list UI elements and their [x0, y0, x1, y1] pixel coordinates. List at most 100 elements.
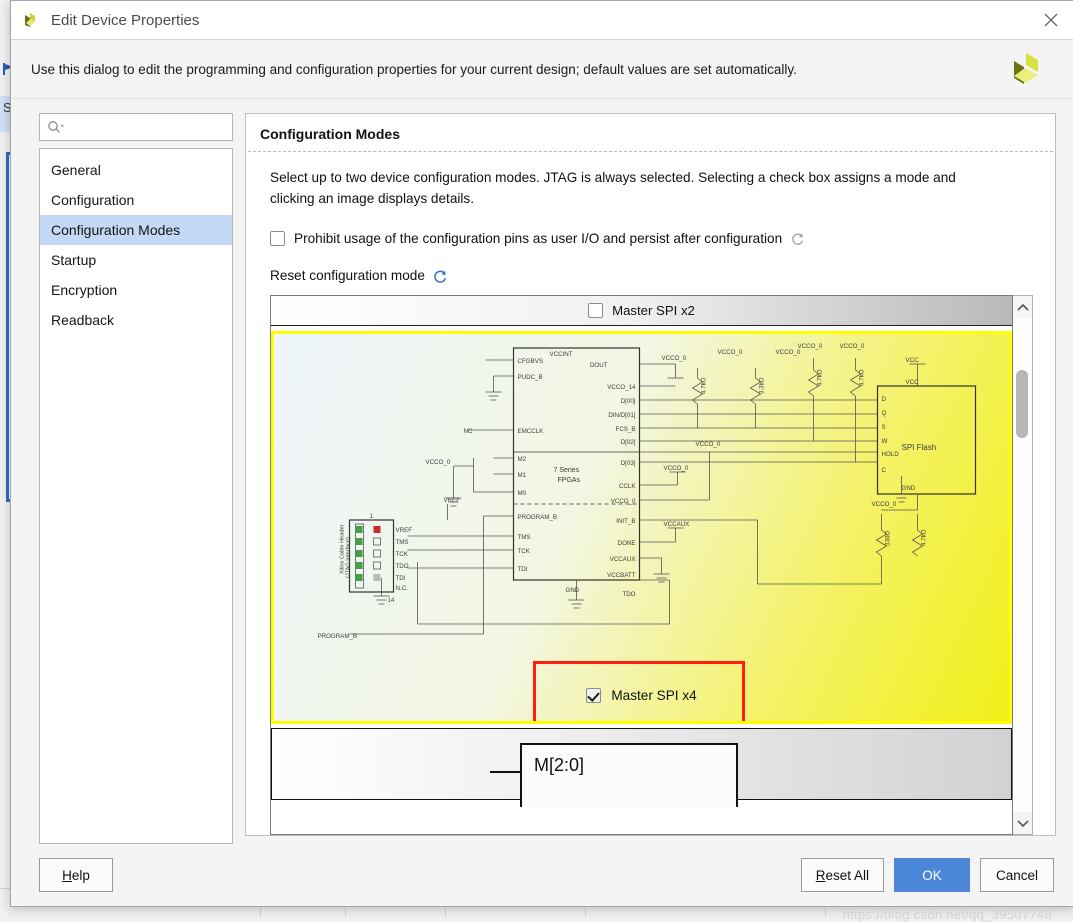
svg-text:TCK: TCK	[518, 548, 531, 555]
sidebar-item-encryption[interactable]: Encryption	[40, 275, 232, 305]
svg-text:VCCO_0: VCCO_0	[664, 465, 689, 472]
svg-text:TDO: TDO	[396, 563, 409, 570]
svg-text:1: 1	[370, 514, 374, 520]
svg-text:VREF: VREF	[396, 527, 413, 534]
category-navigation: General Configuration Configuration Mode…	[39, 113, 245, 844]
svg-text:VCCO_0: VCCO_0	[426, 459, 451, 466]
footer-actions: Reset All OK Cancel	[800, 858, 1054, 892]
dialog-instruction-text: Use this dialog to edit the programming …	[31, 61, 797, 77]
svg-text:TDI: TDI	[518, 566, 528, 573]
reset-all-button[interactable]: Reset All	[800, 858, 884, 892]
mbox-lead-line	[490, 771, 520, 774]
xilinx-3d-logo-icon	[1008, 48, 1052, 90]
svg-text:D: D	[882, 396, 887, 403]
svg-text:VCCAUX: VCCAUX	[664, 521, 690, 528]
svg-text:TCK: TCK	[396, 551, 409, 558]
svg-text:VCCO_0: VCCO_0	[872, 501, 897, 508]
sidebar-item-label: Startup	[51, 252, 97, 268]
svg-text:4.7kO: 4.7kO	[921, 530, 928, 547]
svg-text:4.7kO: 4.7kO	[817, 370, 824, 387]
svg-text:DOUT: DOUT	[590, 362, 608, 369]
configuration-modes-panel: Configuration Modes Select up to two dev…	[245, 113, 1056, 836]
svg-text:VCCO_14: VCCO_14	[607, 384, 636, 391]
mode-row-master-spi-x2[interactable]: Master SPI x2	[271, 296, 1012, 327]
dialog-body: General Configuration Configuration Mode…	[11, 99, 1073, 844]
svg-text:VCCO_0: VCCO_0	[662, 355, 687, 362]
svg-text:M1: M1	[518, 472, 527, 479]
svg-text:VCCO_0: VCCO_0	[696, 441, 721, 448]
panel-description: Select up to two device configuration mo…	[270, 170, 956, 206]
master-spi-x2-checkbox[interactable]	[588, 303, 604, 319]
sidebar-item-configuration-modes[interactable]: Configuration Modes	[40, 215, 232, 245]
svg-text:SPI Flash: SPI Flash	[902, 443, 937, 452]
svg-text:CCLK: CCLK	[619, 483, 636, 490]
refresh-icon[interactable]	[433, 269, 447, 283]
master-spi-x4-row[interactable]: Master SPI x4	[274, 669, 1009, 721]
svg-text:VCCINT: VCCINT	[550, 351, 573, 358]
cancel-button[interactable]: Cancel	[980, 858, 1054, 892]
svg-text:FCS_B: FCS_B	[616, 426, 636, 433]
close-icon[interactable]	[1028, 1, 1073, 38]
mode-pins-label: M[2:0]	[534, 755, 585, 776]
svg-text:VCC: VCC	[906, 357, 920, 364]
sidebar-item-general[interactable]: General	[40, 155, 232, 185]
chevron-down-icon[interactable]	[1013, 812, 1032, 834]
svg-text:GND: GND	[566, 587, 580, 594]
refresh-icon[interactable]	[791, 232, 805, 246]
help-button[interactable]: Help	[39, 858, 113, 892]
panel-content: Select up to two device configuration mo…	[246, 152, 1055, 835]
chevron-up-icon[interactable]	[1013, 296, 1032, 319]
sidebar-item-readback[interactable]: Readback	[40, 305, 232, 335]
svg-text:VCC: VCC	[906, 379, 920, 386]
help-label-rest: elp	[71, 867, 90, 883]
page-title: Configuration Modes	[260, 126, 400, 142]
svg-text:VCCO_0: VCCO_0	[776, 349, 801, 356]
sidebar-item-configuration[interactable]: Configuration	[40, 185, 232, 215]
scrollbar-track[interactable]	[1013, 318, 1032, 812]
prohibit-pins-checkbox[interactable]	[270, 231, 285, 247]
svg-text:D[00]: D[00]	[621, 398, 636, 405]
modes-vertical-scrollbar[interactable]	[1013, 295, 1033, 835]
search-input[interactable]	[39, 113, 245, 141]
master-spi-x2-label: Master SPI x2	[612, 303, 695, 319]
svg-text:PROGRAM_B: PROGRAM_B	[518, 514, 558, 521]
svg-text:NC: NC	[464, 428, 473, 435]
ok-button[interactable]: OK	[894, 858, 970, 892]
category-list: General Configuration Configuration Mode…	[39, 148, 233, 844]
dialog-title: Edit Device Properties	[51, 11, 200, 29]
mode-card-master-spi-x4[interactable]: VCCINT CFGBVS PUDC_B EMCCLK NC M2 M1 M0 …	[271, 331, 1012, 725]
prohibit-pins-label: Prohibit usage of the configuration pins…	[294, 231, 783, 247]
svg-text:S: S	[882, 424, 886, 431]
svg-text:D[03]: D[03]	[621, 460, 636, 467]
svg-text:DONE: DONE	[618, 540, 636, 547]
svg-text:VCCBATT: VCCBATT	[607, 572, 636, 579]
svg-text:VCCO_0: VCCO_0	[718, 349, 743, 356]
sidebar-item-startup[interactable]: Startup	[40, 245, 232, 275]
search-field[interactable]	[65, 118, 245, 136]
svg-text:FPGAs: FPGAs	[558, 477, 581, 484]
edit-device-properties-dialog: Edit Device Properties Use this dialog t…	[10, 0, 1073, 922]
svg-text:N.C.: N.C.	[396, 585, 409, 592]
svg-text:DIN/D[01]: DIN/D[01]	[608, 412, 635, 419]
dialog-titlebar: Edit Device Properties	[11, 1, 1073, 40]
configuration-modes-scrollarea: Master SPI x2 VCCINT CFGBVS PUDC_B EMCCL…	[270, 295, 1033, 835]
svg-text:D[02]: D[02]	[621, 439, 636, 446]
svg-text:C: C	[882, 467, 887, 474]
svg-text:(JTAG Interface): (JTAG Interface)	[346, 537, 352, 578]
svg-text:330O: 330O	[885, 531, 892, 546]
reset-all-mnemonic: R	[815, 867, 826, 883]
scrollbar-thumb[interactable]	[1016, 370, 1028, 439]
svg-text:M0: M0	[518, 490, 527, 497]
master-spi-x4-checkbox[interactable]	[586, 687, 602, 703]
svg-text:EMCCLK: EMCCLK	[518, 428, 545, 435]
sidebar-item-label: Configuration	[51, 192, 135, 208]
svg-text:TMS: TMS	[518, 534, 531, 541]
sidebar-item-label: Readback	[51, 312, 115, 328]
reset-all-label-rest: eset All	[825, 867, 869, 883]
svg-text:4.7kO: 4.7kO	[701, 378, 708, 395]
modes-viewport: Master SPI x2 VCCINT CFGBVS PUDC_B EMCCL…	[270, 295, 1013, 835]
svg-text:INIT_B: INIT_B	[616, 518, 635, 525]
spi-x4-schematic-image[interactable]: VCCINT CFGBVS PUDC_B EMCCLK NC M2 M1 M0 …	[274, 334, 1009, 675]
svg-text:TMS: TMS	[396, 539, 409, 546]
mode-row-bottom-partial[interactable]: M[2:0]	[271, 728, 1012, 808]
